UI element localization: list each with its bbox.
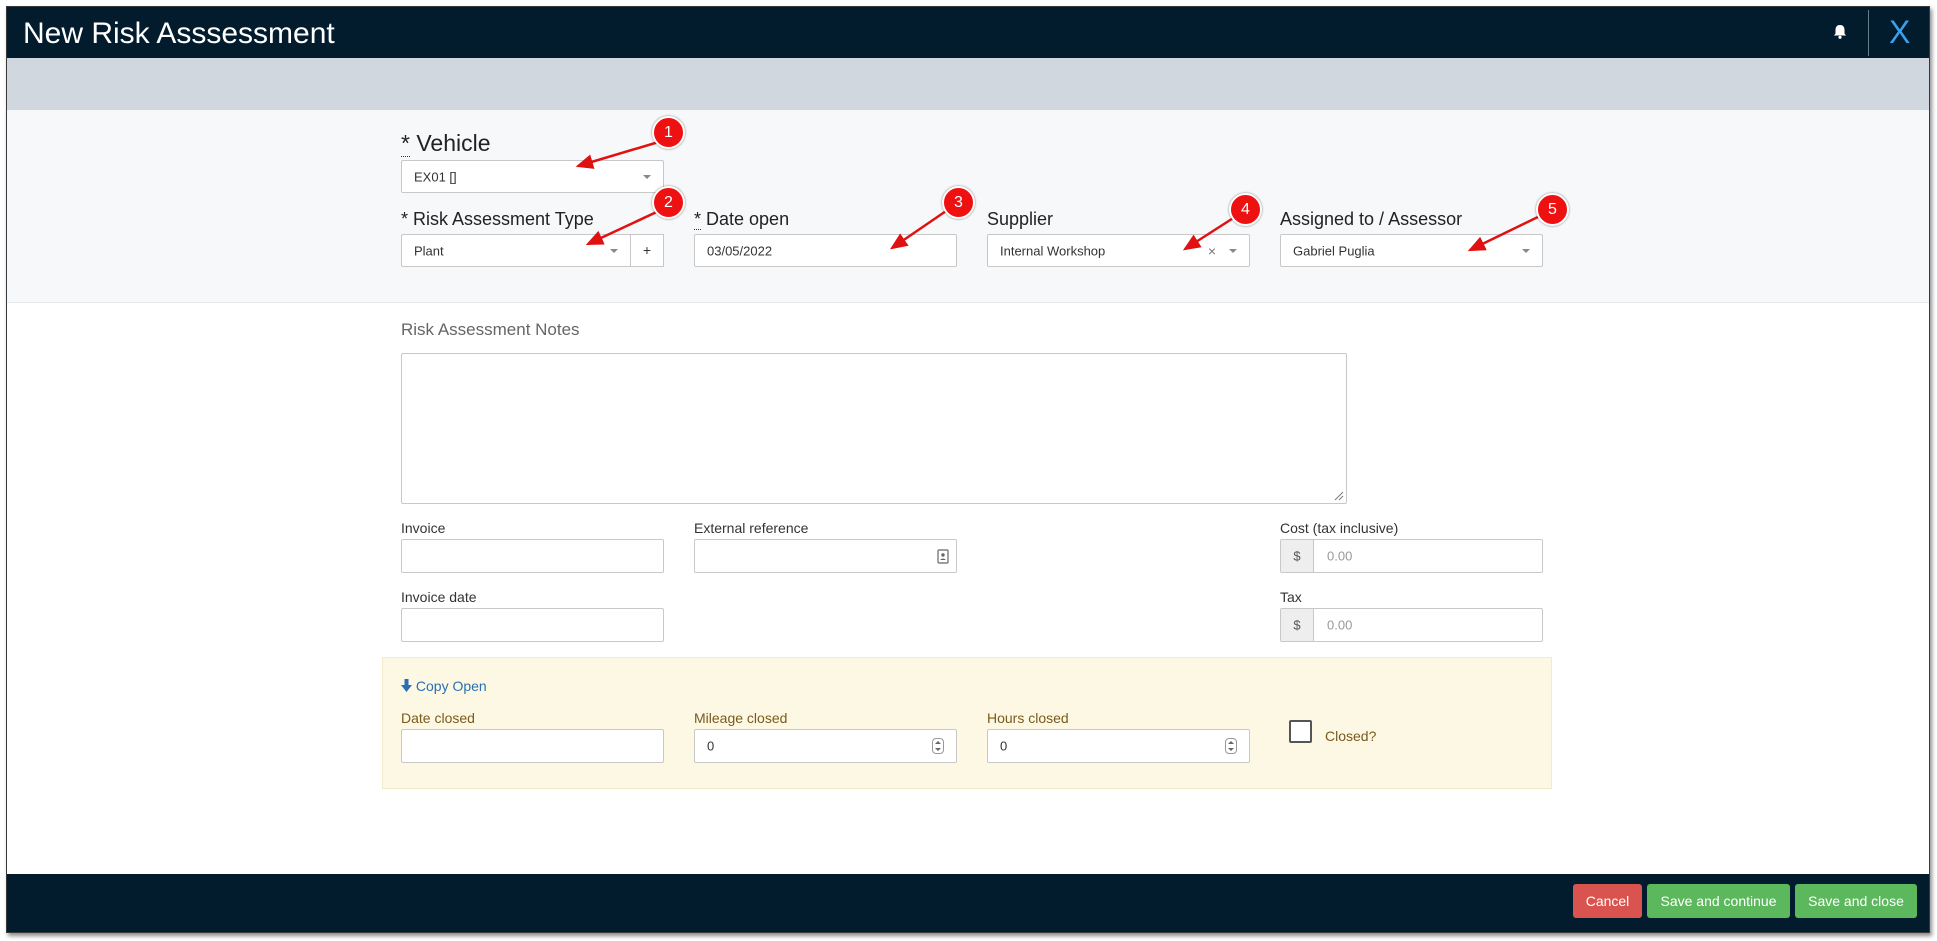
external-reference-input[interactable] bbox=[694, 539, 957, 573]
notes-label: Risk Assessment Notes bbox=[401, 320, 580, 339]
add-risk-type-button[interactable]: + bbox=[630, 234, 664, 267]
required-marker: * bbox=[401, 130, 410, 157]
invoice-input[interactable] bbox=[401, 539, 664, 573]
closed-label: Closed? bbox=[1325, 728, 1377, 744]
close-button[interactable]: X bbox=[1889, 16, 1910, 48]
bell-icon[interactable] bbox=[1827, 19, 1853, 45]
modal-footer: Cancel Save and continue Save and close bbox=[7, 874, 1929, 932]
cancel-button[interactable]: Cancel bbox=[1573, 884, 1642, 918]
hours-closed-value: 0 bbox=[1000, 738, 1008, 754]
cost-placeholder: 0.00 bbox=[1327, 548, 1353, 564]
stepper-icon[interactable] bbox=[932, 738, 944, 754]
external-reference-label: External reference bbox=[694, 520, 809, 536]
clear-icon[interactable]: × bbox=[1208, 243, 1216, 259]
currency-addon: $ bbox=[1281, 609, 1314, 641]
risk-type-label: * Risk Assessment Type bbox=[401, 209, 594, 229]
vehicle-value: EX01 [] bbox=[414, 169, 457, 184]
supplier-select[interactable]: Internal Workshop × bbox=[987, 234, 1250, 267]
annotation-marker-1: 1 bbox=[652, 116, 685, 149]
cost-label: Cost (tax inclusive) bbox=[1280, 520, 1399, 536]
annotation-marker-5: 5 bbox=[1536, 193, 1569, 226]
mileage-closed-value: 0 bbox=[707, 738, 715, 754]
cost-input[interactable]: $ 0.00 bbox=[1280, 539, 1543, 573]
vehicle-select[interactable]: EX01 [] bbox=[401, 160, 664, 193]
invoice-date-input[interactable] bbox=[401, 608, 664, 642]
chevron-down-icon bbox=[610, 248, 618, 253]
chevron-down-icon bbox=[1229, 248, 1237, 253]
date-closed-input[interactable] bbox=[401, 729, 664, 763]
assessor-value: Gabriel Puglia bbox=[1293, 243, 1375, 258]
modal-header: New Risk Asssessment X bbox=[7, 7, 1929, 58]
contact-card-icon bbox=[937, 549, 949, 564]
risk-type-value: Plant bbox=[414, 243, 444, 258]
arrow-down-icon bbox=[401, 679, 412, 692]
header-divider bbox=[1868, 10, 1869, 56]
risk-type-select[interactable]: Plant bbox=[401, 234, 631, 267]
resize-handle-icon[interactable] bbox=[1334, 491, 1344, 501]
chevron-down-icon bbox=[1522, 248, 1530, 253]
modal-window: New Risk Asssessment X * Vehicle EX01 []… bbox=[6, 6, 1930, 933]
stepper-icon[interactable] bbox=[1225, 738, 1237, 754]
save-and-continue-button[interactable]: Save and continue bbox=[1647, 884, 1790, 918]
currency-addon: $ bbox=[1281, 540, 1314, 572]
assessor-label: Assigned to / Assessor bbox=[1280, 209, 1463, 229]
chevron-down-icon bbox=[643, 174, 651, 179]
supplier-value: Internal Workshop bbox=[1000, 243, 1106, 258]
tax-label: Tax bbox=[1280, 589, 1302, 605]
tax-placeholder: 0.00 bbox=[1327, 617, 1353, 633]
vehicle-label: * Vehicle bbox=[401, 130, 491, 157]
copy-open-label: Copy Open bbox=[415, 678, 487, 694]
annotation-marker-4: 4 bbox=[1229, 193, 1262, 226]
date-open-value: 03/05/2022 bbox=[707, 243, 773, 258]
date-open-input[interactable]: 03/05/2022 bbox=[694, 234, 957, 267]
hours-closed-input[interactable]: 0 bbox=[987, 729, 1250, 763]
notes-textarea[interactable] bbox=[401, 353, 1347, 504]
annotation-marker-3: 3 bbox=[942, 186, 975, 219]
required-marker: * bbox=[694, 209, 702, 230]
copy-open-link[interactable]: Copy Open bbox=[401, 678, 487, 694]
invoice-label: Invoice bbox=[401, 520, 446, 536]
save-and-close-button[interactable]: Save and close bbox=[1795, 884, 1917, 918]
hours-closed-label: Hours closed bbox=[987, 710, 1069, 726]
supplier-label: Supplier bbox=[987, 209, 1054, 229]
mileage-closed-label: Mileage closed bbox=[694, 710, 788, 726]
modal-title: New Risk Asssessment bbox=[23, 17, 335, 50]
date-open-label: * Date open bbox=[694, 209, 790, 230]
mileage-closed-input[interactable]: 0 bbox=[694, 729, 957, 763]
closing-section: Copy Open Date closed Mileage closed 0 H… bbox=[382, 657, 1552, 789]
closed-checkbox[interactable] bbox=[1289, 720, 1312, 743]
toolbar-strip bbox=[7, 58, 1929, 110]
annotation-marker-2: 2 bbox=[652, 186, 685, 219]
assessor-select[interactable]: Gabriel Puglia bbox=[1280, 234, 1543, 267]
date-closed-label: Date closed bbox=[401, 710, 475, 726]
invoice-date-label: Invoice date bbox=[401, 589, 477, 605]
tax-input[interactable]: $ 0.00 bbox=[1280, 608, 1543, 642]
